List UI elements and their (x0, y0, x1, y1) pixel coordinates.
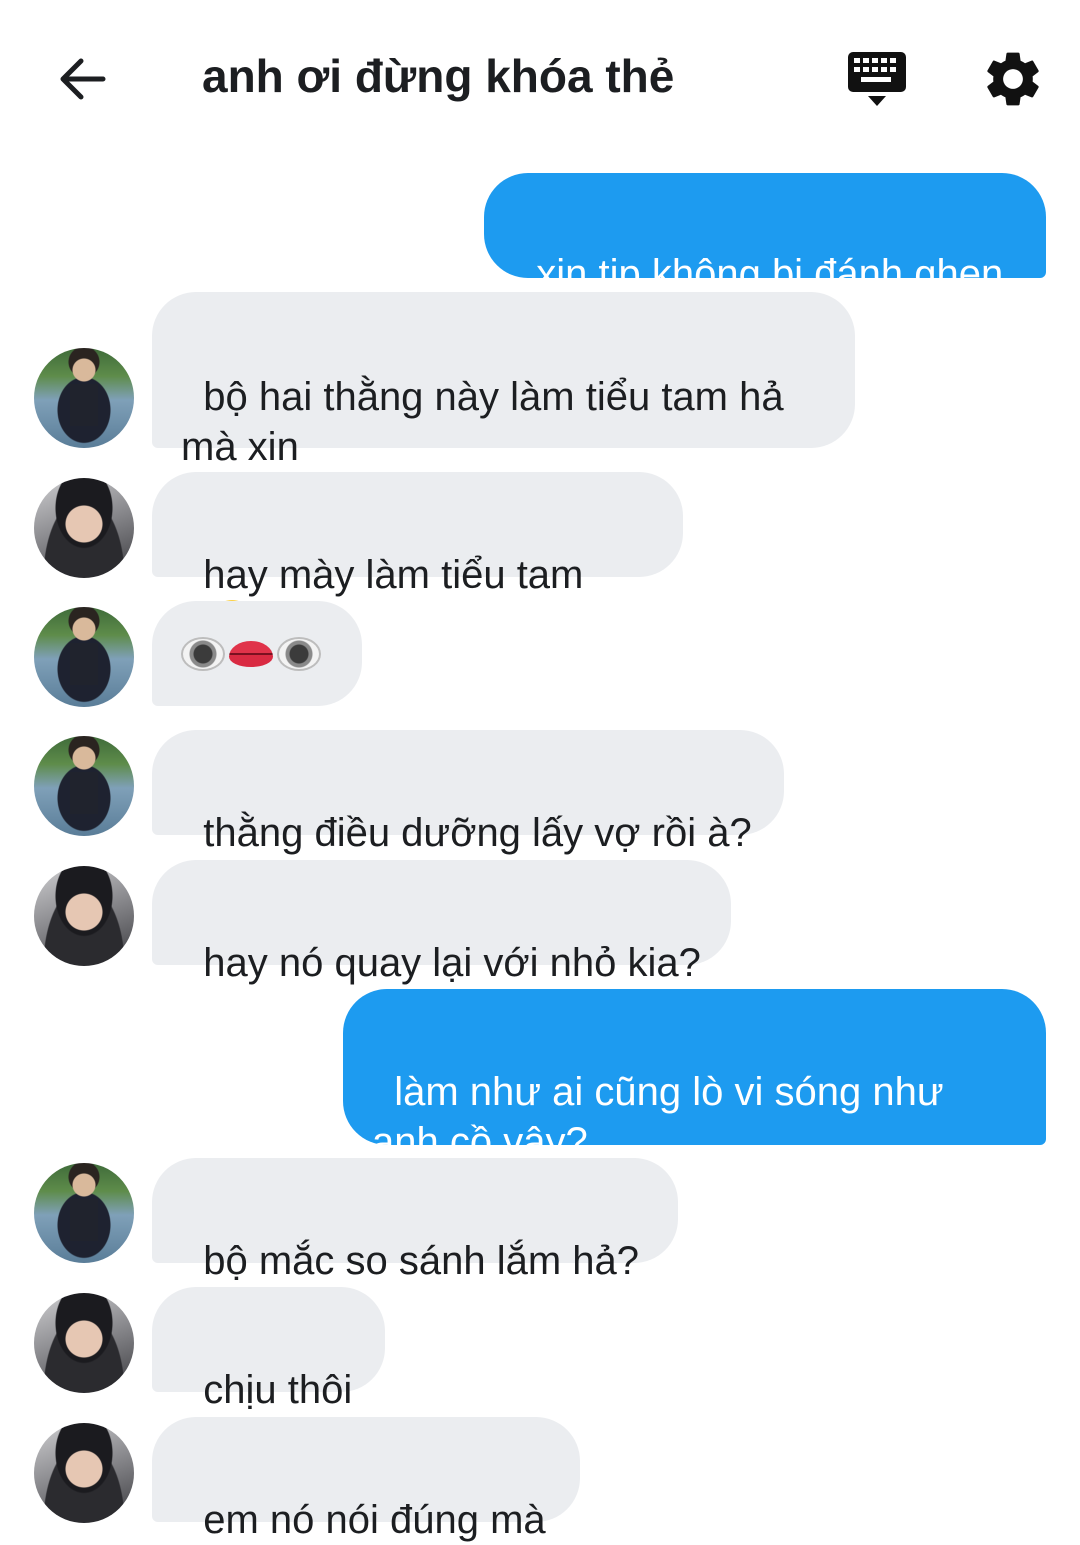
avatar[interactable] (34, 1423, 134, 1523)
avatar[interactable] (34, 348, 134, 448)
incoming-message[interactable]: bộ hai thằng này làm tiểu tam hả mà xin (152, 292, 855, 469)
message-text: bộ mắc so sánh lắm hả? (203, 1239, 640, 1283)
incoming-message[interactable]: hay nó quay lại với nhỏ kia? (152, 860, 731, 985)
lips-icon (229, 640, 273, 667)
avatar[interactable] (34, 736, 134, 836)
message-text: chịu thôi (203, 1368, 353, 1412)
keyboard-icon (848, 52, 906, 106)
arrow-left-icon (60, 58, 106, 100)
keyboard-button[interactable] (844, 48, 914, 110)
avatar[interactable] (34, 866, 134, 966)
incoming-message[interactable]: chịu thôi (152, 1287, 385, 1412)
eye-icon (181, 636, 225, 671)
message-text: làm như ai cũng lò vi sóng như anh cồ vậ… (372, 1070, 944, 1164)
avatar[interactable] (34, 607, 134, 707)
message-text: hay nó quay lại với nhỏ kia? (203, 941, 701, 985)
avatar[interactable] (34, 1163, 134, 1263)
message-text: hay mày làm tiểu tam (203, 553, 584, 597)
incoming-message[interactable]: hay mày làm tiểu tam (152, 472, 683, 646)
avatar[interactable] (34, 478, 134, 578)
chat-header: anh ơi đừng khóa thẻ (0, 0, 1080, 150)
avatar[interactable] (34, 1293, 134, 1393)
message-text: bộ hai thằng này làm tiểu tam hả mà xin (181, 375, 784, 469)
incoming-message[interactable]: bộ mắc so sánh lắm hả? (152, 1158, 678, 1283)
eye-icon (277, 636, 321, 671)
chat-title: anh ơi đừng khóa thẻ (202, 50, 675, 102)
emoji-sequence (181, 636, 321, 671)
message-text: thằng điều dưỡng lấy vợ rồi à? (203, 811, 752, 855)
outgoing-message[interactable]: làm như ai cũng lò vi sóng như anh cồ vậ… (343, 989, 1046, 1164)
message-text: xin tip không bị đánh ghen (536, 252, 1004, 296)
settings-button[interactable] (980, 46, 1046, 112)
incoming-message[interactable]: thằng điều dưỡng lấy vợ rồi à? (152, 730, 784, 855)
gear-icon (987, 52, 1039, 106)
back-button[interactable] (46, 44, 116, 114)
incoming-message[interactable] (152, 601, 362, 706)
outgoing-message[interactable]: xin tip không bị đánh ghen (484, 173, 1046, 296)
message-text: em nó nói đúng mà (203, 1498, 546, 1542)
incoming-message[interactable]: em nó nói đúng mà (152, 1417, 580, 1542)
